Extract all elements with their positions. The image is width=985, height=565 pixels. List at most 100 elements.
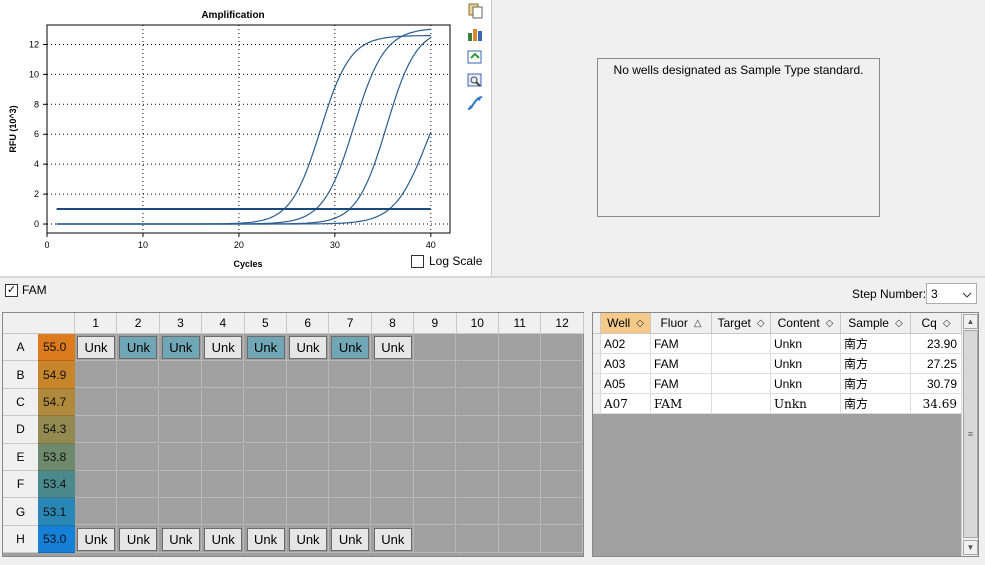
copy-icon[interactable] [466, 2, 484, 20]
plate-well[interactable] [329, 471, 372, 498]
plate-well[interactable] [414, 471, 457, 498]
plate-well[interactable] [159, 416, 202, 444]
plate-column-header[interactable]: 8 [371, 313, 415, 334]
well-sample-type[interactable]: Unk [246, 527, 285, 551]
plate-well[interactable] [202, 443, 245, 471]
plate-well[interactable]: Unk [287, 334, 329, 361]
plate-well[interactable] [456, 471, 499, 498]
plate-well[interactable] [499, 361, 541, 389]
plate-well[interactable]: Unk [75, 525, 117, 553]
scroll-up-icon[interactable]: ▲ [963, 314, 978, 329]
plate-well[interactable] [456, 416, 499, 444]
plate-well[interactable] [499, 498, 541, 526]
plate-well[interactable] [456, 525, 499, 553]
plate-well[interactable] [329, 443, 372, 471]
plate-well[interactable] [414, 416, 457, 444]
plate-well[interactable] [75, 443, 117, 471]
cell-content[interactable]: Unkn [771, 354, 841, 374]
curve-icon[interactable] [466, 94, 484, 112]
sort-icon[interactable]: △ [694, 318, 702, 329]
plate-well[interactable] [541, 471, 584, 498]
cell-fluor[interactable]: FAM [651, 354, 712, 374]
plate-column-header[interactable]: 12 [541, 313, 584, 334]
plate-well[interactable]: Unk [117, 525, 160, 553]
cell-content[interactable]: Unkn [771, 334, 841, 354]
well-sample-type[interactable]: Unk [373, 336, 412, 359]
plate-column-header[interactable]: 5 [244, 313, 287, 334]
plate-row-header[interactable]: C [3, 388, 38, 417]
well-sample-type[interactable]: Unk [77, 336, 115, 359]
well-sample-type[interactable]: Unk [331, 527, 370, 551]
plate-well[interactable] [329, 416, 372, 444]
plate-column-header[interactable]: 9 [414, 313, 457, 334]
cell-content[interactable]: Unkn [771, 374, 841, 394]
plate-well[interactable] [75, 388, 117, 416]
plate-column-header[interactable]: 10 [456, 313, 499, 334]
plate-well[interactable] [287, 443, 329, 471]
sort-icon[interactable]: ◇ [895, 318, 903, 329]
sort-icon[interactable]: ◇ [943, 318, 951, 329]
table-scrollbar[interactable]: ▲ ≡ ▼ [961, 313, 978, 556]
plate-well[interactable]: Unk [287, 525, 329, 553]
plate-well[interactable] [117, 416, 160, 444]
sort-icon[interactable]: ◇ [636, 318, 644, 329]
plate-well[interactable] [244, 443, 287, 471]
export-icon[interactable] [466, 25, 484, 43]
plate-well[interactable]: Unk [202, 525, 245, 553]
log-scale-toggle[interactable]: Log Scale [411, 254, 482, 268]
cell-fluor[interactable]: FAM [651, 334, 712, 354]
plate-well[interactable] [159, 498, 202, 526]
well-sample-type[interactable]: Unk [161, 527, 200, 551]
cell-cq[interactable]: 27.25 [911, 354, 962, 374]
well-sample-type[interactable]: Unk [289, 527, 327, 551]
sort-icon[interactable]: ◇ [757, 318, 765, 329]
plate-row-header[interactable]: D [3, 416, 38, 444]
cell-well[interactable]: A07 [601, 394, 651, 414]
row-selector[interactable] [593, 354, 601, 374]
plate-well[interactable] [202, 361, 245, 389]
zoom-icon[interactable] [466, 71, 484, 89]
column-header-well[interactable]: Well ◇ [601, 313, 651, 334]
plate-well[interactable] [541, 361, 584, 389]
plate-well[interactable]: Unk [244, 525, 287, 553]
scroll-down-icon[interactable]: ▼ [963, 540, 978, 555]
plate-well[interactable] [287, 471, 329, 498]
cell-target[interactable] [712, 334, 771, 354]
refresh-icon[interactable] [466, 48, 484, 66]
plate-well[interactable] [541, 416, 584, 444]
plate-well[interactable] [499, 471, 541, 498]
plate-well[interactable] [499, 443, 541, 471]
plate-well[interactable] [414, 443, 457, 471]
plate-column-header[interactable]: 3 [159, 313, 203, 334]
plate-column-header[interactable]: 11 [499, 313, 542, 334]
cell-cq[interactable]: 23.90 [911, 334, 962, 354]
well-sample-type[interactable]: Unk [119, 336, 158, 359]
plate-well[interactable] [371, 443, 414, 471]
cell-target[interactable] [712, 354, 771, 374]
plate-column-header[interactable]: 7 [329, 313, 372, 334]
plate-well[interactable] [117, 361, 160, 389]
well-sample-type[interactable]: Unk [246, 336, 285, 359]
plate-well[interactable] [499, 416, 541, 444]
plate-row-header[interactable]: A [3, 334, 38, 362]
plate-row-header[interactable]: E [3, 443, 38, 471]
cell-sample[interactable]: 南方 [841, 354, 911, 374]
plate-well[interactable] [456, 498, 499, 526]
plate-well[interactable] [202, 498, 245, 526]
plate-row-header[interactable]: H [3, 525, 38, 554]
plate-well[interactable] [456, 361, 499, 389]
results-table[interactable]: ▲ ≡ ▼ Well ◇ Fluor △ Target ◇ Content ◇ Sample ◇ C… [592, 312, 979, 557]
plate-well[interactable] [414, 388, 457, 416]
plate-well[interactable]: Unk [159, 525, 202, 553]
cell-sample[interactable]: 南方 [841, 334, 911, 354]
cell-well[interactable]: A05 [601, 374, 651, 394]
plate-well[interactable] [287, 388, 329, 416]
plate-row-header[interactable]: G [3, 498, 38, 526]
plate-well[interactable] [159, 388, 202, 416]
plate-well[interactable] [75, 416, 117, 444]
plate-view[interactable]: 1 2 3 4 5 6 7 8 9 10 11 12 A 55.0 Unk Unk Unk Unk Unk Unk Un… [2, 312, 584, 557]
cell-fluor[interactable]: FAM [651, 394, 712, 414]
plate-row-header[interactable]: B [3, 361, 38, 389]
cell-target[interactable] [712, 374, 771, 394]
row-selector[interactable] [593, 394, 601, 414]
